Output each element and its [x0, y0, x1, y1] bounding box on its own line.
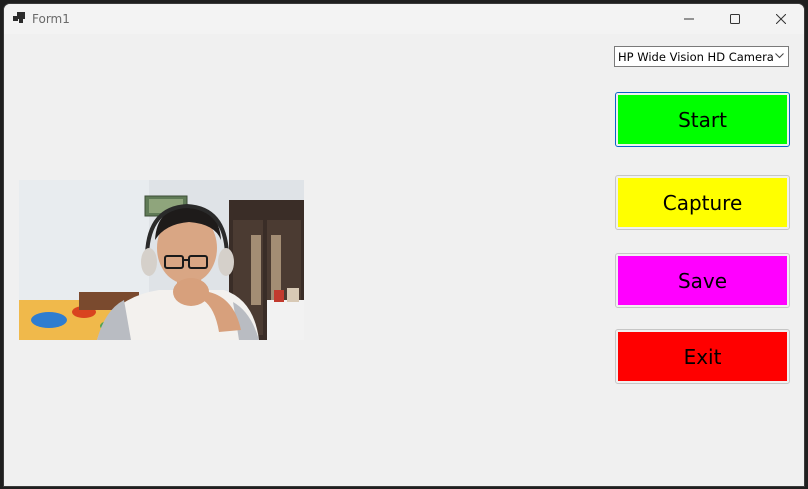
chevron-down-icon [775, 53, 784, 59]
save-button[interactable]: Save [615, 253, 790, 308]
close-icon [776, 14, 786, 24]
minimize-icon [684, 18, 694, 20]
form-window: Form1 HP Wide Vision HD Camera Start Cap… [3, 3, 805, 487]
camera-select-value: HP Wide Vision HD Camera [618, 50, 774, 64]
exit-button-label: Exit [683, 344, 722, 369]
camera-select[interactable]: HP Wide Vision HD Camera [614, 46, 789, 67]
maximize-button[interactable] [712, 4, 758, 34]
title-bar[interactable]: Form1 [4, 4, 804, 34]
start-button-label: Start [678, 107, 727, 132]
close-button[interactable] [758, 4, 804, 34]
capture-button[interactable]: Capture [615, 175, 790, 230]
maximize-icon [730, 14, 740, 24]
save-button-label: Save [677, 268, 728, 293]
minimize-button[interactable] [666, 4, 712, 34]
window-title: Form1 [32, 12, 70, 26]
capture-button-label: Capture [662, 190, 743, 215]
webcam-preview-image [19, 180, 304, 340]
camera-preview [19, 180, 304, 340]
app-icon [13, 12, 25, 23]
start-button[interactable]: Start [615, 92, 790, 147]
exit-button[interactable]: Exit [615, 329, 790, 384]
